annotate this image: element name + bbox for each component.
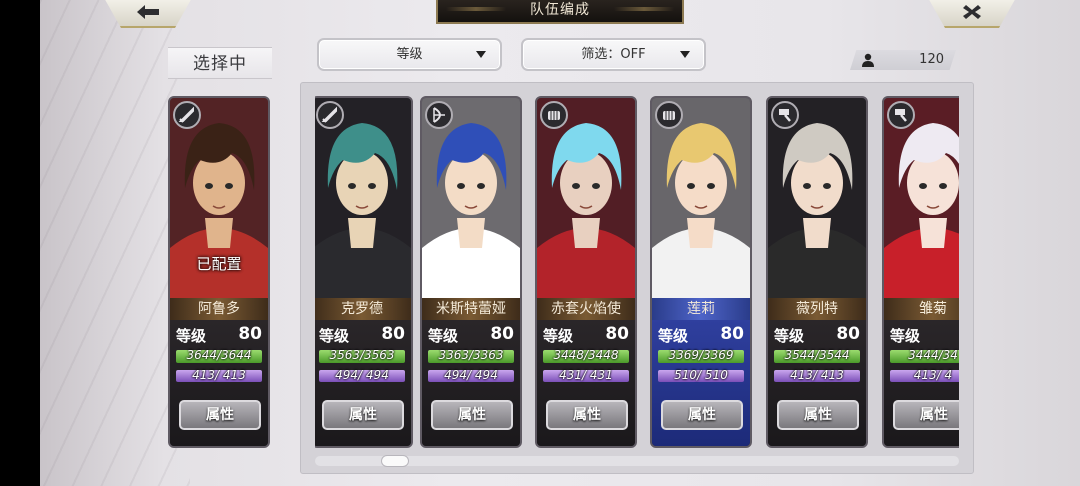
bow-icon bbox=[425, 101, 453, 129]
attribute-button[interactable]: 属性 bbox=[661, 400, 743, 430]
filter-dropdown[interactable]: 筛选：OFF bbox=[521, 38, 706, 71]
character-stats: 等级 80 3448/3448 431/ 431 属性 bbox=[537, 320, 635, 446]
character-stats: 等级 80 3363/3363 494/ 494 属性 bbox=[422, 320, 520, 446]
character-name: 莲莉 bbox=[652, 298, 750, 320]
character-name: 雏菊 bbox=[884, 298, 959, 320]
level-value: 80 bbox=[381, 324, 405, 344]
level-label: 等级 bbox=[428, 327, 459, 345]
character-stats: 等级 80 3544/3544 413/ 413 属性 bbox=[768, 320, 866, 446]
character-card[interactable]: 薇列特等级 80 3544/3544 413/ 413 属性 bbox=[766, 96, 868, 448]
chevron-down-icon bbox=[680, 51, 690, 58]
level-label: 等级 bbox=[543, 327, 574, 345]
mp-value: 413/ 413 bbox=[192, 368, 246, 382]
character-name: 克罗德 bbox=[315, 298, 411, 320]
mp-value: 413/ 413 bbox=[790, 368, 844, 382]
person-icon bbox=[862, 53, 874, 67]
character-stats: 等级 80 3563/3563 494/ 494 属性 bbox=[315, 320, 411, 446]
level-label: 等级 bbox=[176, 327, 207, 345]
hammer-icon bbox=[887, 101, 915, 129]
page-title: 队伍编成 bbox=[436, 0, 684, 24]
scrollbar-thumb[interactable] bbox=[381, 455, 409, 467]
hp-value: 3369/3369 bbox=[668, 348, 734, 362]
fist-icon bbox=[540, 101, 568, 129]
attribute-button[interactable]: 属性 bbox=[322, 400, 404, 430]
character-card[interactable]: 赤套火焰使等级 80 3448/3448 431/ 431 属性 bbox=[535, 96, 637, 448]
mp-value: 413/ 4 bbox=[913, 368, 953, 382]
mp-value: 510/ 510 bbox=[674, 368, 728, 382]
left-letterbox bbox=[0, 0, 40, 486]
attribute-button[interactable]: 属性 bbox=[546, 400, 628, 430]
sword-icon bbox=[173, 101, 201, 129]
character-stats: 等级 80 3369/3369 510/ 510 属性 bbox=[652, 320, 750, 446]
hp-value: 3644/3644 bbox=[186, 348, 252, 362]
hp-value: 3444/34 bbox=[908, 348, 958, 362]
mp-value: 431/ 431 bbox=[559, 368, 613, 382]
level-value: 80 bbox=[490, 324, 514, 344]
character-stats: 等级 80 3644/3644 413/ 413 属性 bbox=[170, 320, 268, 446]
attribute-button[interactable]: 属性 bbox=[893, 400, 959, 430]
selected-character-card[interactable]: 已配置 阿鲁多 等级 80 3644/3644 413/ 413 属性 bbox=[168, 96, 270, 448]
level-value: 80 bbox=[720, 324, 744, 344]
level-value: 80 bbox=[238, 324, 262, 344]
fist-icon bbox=[655, 101, 683, 129]
level-value: 80 bbox=[605, 324, 629, 344]
team-formation-screen: 队伍编成 选择中 等级 筛选：OFF 120 已配置 阿鲁多 等级 80 364… bbox=[0, 0, 1080, 486]
close-icon bbox=[963, 5, 981, 19]
horizontal-scrollbar[interactable] bbox=[315, 456, 959, 466]
chevron-down-icon bbox=[476, 51, 486, 58]
character-name: 阿鲁多 bbox=[170, 298, 268, 320]
hp-value: 3544/3544 bbox=[784, 348, 850, 362]
character-count: 120 bbox=[850, 50, 956, 70]
level-label: 等级 bbox=[658, 327, 689, 345]
sword-icon bbox=[316, 101, 344, 129]
hp-value: 3363/3363 bbox=[438, 348, 504, 362]
character-card[interactable]: 米斯特蕾娅等级 80 3363/3363 494/ 494 属性 bbox=[420, 96, 522, 448]
sort-dropdown-value: 等级 bbox=[396, 47, 423, 62]
attribute-button[interactable]: 属性 bbox=[179, 400, 261, 430]
character-list[interactable]: 克罗德 等级 80 3563/3563 494/ 494 属性 米斯特蕾娅 等级 80 3363/… bbox=[315, 92, 959, 452]
hp-value: 3448/3448 bbox=[553, 348, 619, 362]
selecting-label: 选择中 bbox=[168, 47, 272, 79]
hammer-icon bbox=[771, 101, 799, 129]
character-name: 米斯特蕾娅 bbox=[422, 298, 520, 320]
level-value: 80 bbox=[836, 324, 860, 344]
character-card[interactable]: 克罗德等级 80 3563/3563 494/ 494 属性 bbox=[315, 96, 413, 448]
arrow-left-icon bbox=[137, 5, 159, 19]
character-card[interactable]: 莲莉等级 80 3369/3369 510/ 510 属性 bbox=[650, 96, 752, 448]
mp-value: 494/ 494 bbox=[444, 368, 498, 382]
level-label: 等级 bbox=[774, 327, 805, 345]
character-name: 薇列特 bbox=[768, 298, 866, 320]
attribute-button[interactable]: 属性 bbox=[777, 400, 859, 430]
configured-label: 已配置 bbox=[196, 255, 242, 273]
character-card[interactable]: 雏菊等级83444/34413/ 4属性 bbox=[882, 96, 959, 448]
level-label: 等级 bbox=[319, 327, 350, 345]
attribute-button[interactable]: 属性 bbox=[431, 400, 513, 430]
level-label: 等级 bbox=[890, 327, 921, 345]
hp-value: 3563/3563 bbox=[329, 348, 395, 362]
sort-dropdown[interactable]: 等级 bbox=[317, 38, 502, 71]
character-stats: 等级83444/34413/ 4属性 bbox=[884, 320, 959, 446]
character-name: 赤套火焰使 bbox=[537, 298, 635, 320]
character-count-value: 120 bbox=[919, 52, 944, 67]
mp-value: 494/ 494 bbox=[335, 368, 389, 382]
filter-dropdown-value: 筛选：OFF bbox=[581, 47, 646, 62]
